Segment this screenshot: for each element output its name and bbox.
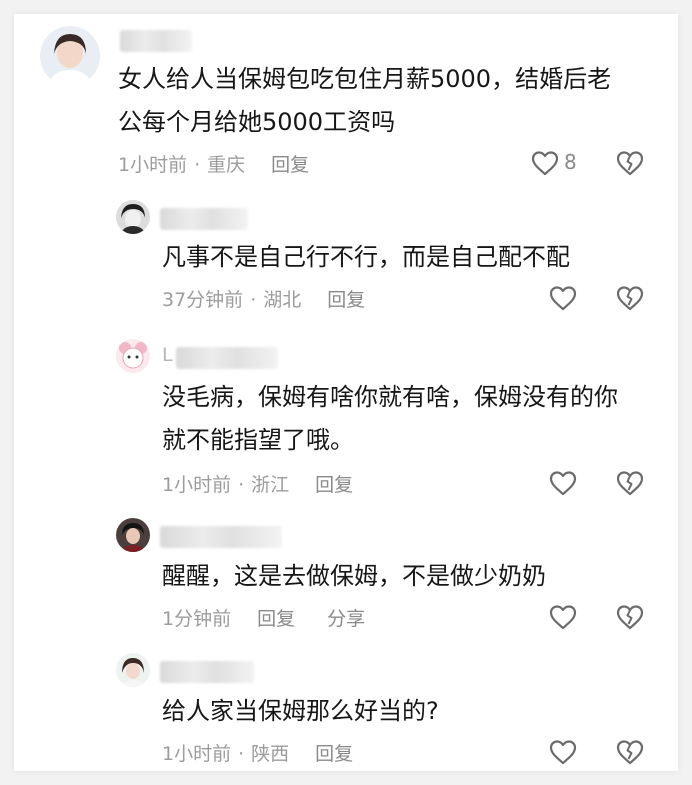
separator-dot: · — [250, 289, 257, 311]
comment-meta: 1小时前 · 浙江 回复 — [162, 470, 353, 497]
username-redacted[interactable] — [160, 661, 254, 683]
comment-location: 陕西 — [251, 743, 290, 765]
comment-meta: 37分钟前 · 湖北 回复 — [162, 285, 365, 312]
comment-text: 没毛病，保姆有啥你就有啥，保姆没有的你 就不能指望了哦。 — [162, 376, 662, 462]
reply-button[interactable]: 回复 — [315, 739, 353, 766]
comment-meta: 1小时前 · 陕西 回复 — [162, 739, 353, 766]
separator-dot: · — [238, 743, 245, 765]
avatar[interactable] — [116, 200, 150, 234]
comment-time: 1分钟前 — [162, 608, 232, 630]
comment-text-line: 给人家当保姆那么好当的? — [162, 697, 439, 725]
reply-button[interactable]: 回复 — [327, 285, 365, 312]
comment-text-line: 醒醒，这是去做保姆，不是做少奶奶 — [162, 562, 546, 590]
broken-heart-icon[interactable] — [615, 469, 645, 497]
username-redacted[interactable] — [176, 347, 278, 369]
username-redacted[interactable] — [160, 526, 282, 548]
broken-heart-icon[interactable] — [615, 603, 645, 631]
comment-time: 37分钟前 — [162, 289, 244, 311]
comment-list: 女人给人当保姆包吃包住月薪5000，结婚后老 公每个月给她5000工资吗 1小时… — [14, 14, 678, 771]
comment-text-line: 没毛病，保姆有啥你就有啥，保姆没有的你 — [162, 383, 618, 411]
broken-heart-icon[interactable] — [615, 738, 645, 766]
username-redacted[interactable] — [160, 208, 248, 230]
reply-button[interactable]: 回复 — [271, 150, 309, 177]
comment-meta: 1小时前 · 重庆 回复 — [118, 150, 309, 177]
separator-dot: · — [238, 474, 245, 496]
comment-text: 给人家当保姆那么好当的? — [162, 690, 652, 733]
avatar[interactable] — [116, 653, 150, 687]
avatar[interactable] — [40, 26, 100, 86]
comment-text-line: 就不能指望了哦。 — [162, 426, 354, 454]
comment-location: 湖北 — [263, 289, 302, 311]
comment-location: 重庆 — [207, 154, 246, 176]
comment-text: 醒醒，这是去做保姆，不是做少奶奶 — [162, 555, 652, 598]
comment-text: 女人给人当保姆包吃包住月薪5000，结婚后老 公每个月给她5000工资吗 — [118, 58, 658, 144]
comment-location: 浙江 — [251, 474, 290, 496]
share-button[interactable]: 分享 — [327, 604, 365, 631]
comment-time: 1小时前 — [162, 474, 232, 496]
heart-outline-icon[interactable] — [530, 149, 560, 177]
comment-text: 凡事不是自己行不行，而是自己配不配 — [162, 236, 652, 279]
comment-meta: 1分钟前 回复 分享 — [162, 604, 365, 631]
comment-text-line: 女人给人当保姆包吃包住月薪5000，结婚后老 — [118, 65, 612, 93]
separator-dot: · — [194, 154, 201, 176]
avatar[interactable] — [116, 339, 150, 373]
comment-time: 1小时前 — [162, 743, 232, 765]
like-count: 8 — [564, 150, 577, 174]
heart-outline-icon[interactable] — [548, 469, 578, 497]
reply-button[interactable]: 回复 — [257, 604, 295, 631]
avatar[interactable] — [116, 518, 150, 552]
heart-outline-icon[interactable] — [548, 284, 578, 312]
heart-outline-icon[interactable] — [548, 738, 578, 766]
username-prefix[interactable]: L — [162, 344, 173, 366]
broken-heart-icon[interactable] — [615, 284, 645, 312]
comment-time: 1小时前 — [118, 154, 188, 176]
reply-button[interactable]: 回复 — [315, 470, 353, 497]
username-redacted[interactable] — [120, 30, 192, 52]
heart-outline-icon[interactable] — [548, 603, 578, 631]
comment-text-line: 凡事不是自己行不行，而是自己配不配 — [162, 243, 570, 271]
broken-heart-icon[interactable] — [615, 149, 645, 177]
comment-text-line: 公每个月给她5000工资吗 — [118, 108, 396, 136]
